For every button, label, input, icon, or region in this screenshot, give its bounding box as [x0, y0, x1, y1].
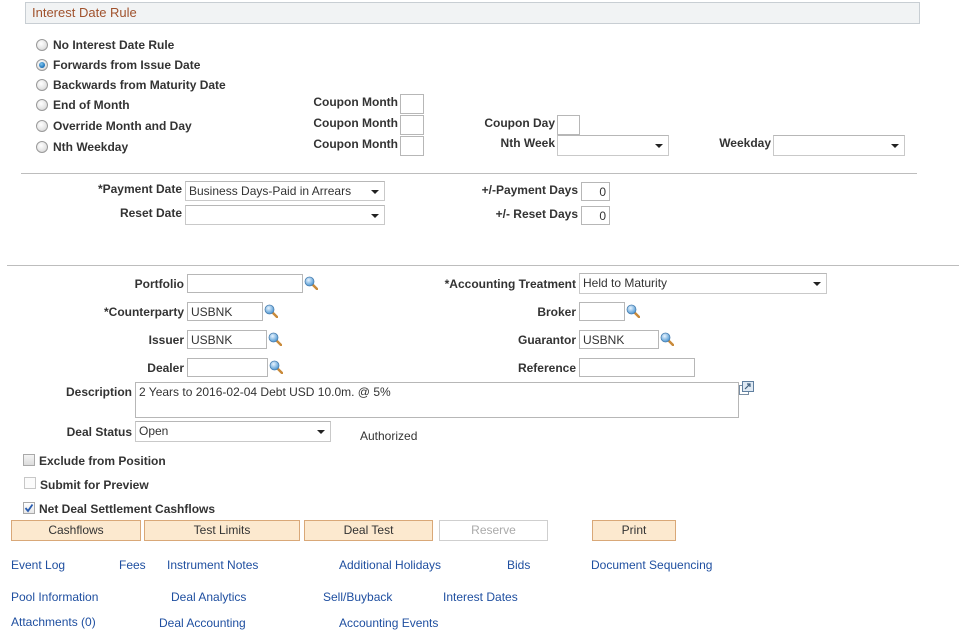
- reset-days-label: +/- Reset Days: [495, 207, 578, 221]
- section-header-interest-date-rule: Interest Date Rule: [25, 2, 920, 24]
- separator: [7, 265, 959, 266]
- radio-nth-weekday[interactable]: Nth Weekday: [36, 139, 128, 155]
- description-label: Description: [65, 385, 132, 399]
- radio-end-of-month[interactable]: End of Month: [36, 97, 130, 113]
- dealer-label: Dealer: [147, 361, 184, 375]
- payment-days-label: +/-Payment Days: [481, 183, 578, 197]
- radio-button[interactable]: [36, 79, 48, 91]
- reset-days-input[interactable]: 0: [581, 206, 610, 225]
- accounting-treatment-label: *Accounting Treatment: [444, 277, 576, 291]
- portfolio-input[interactable]: [187, 274, 303, 293]
- chevron-down-icon: [371, 214, 379, 218]
- authorization-status: Authorized: [360, 429, 418, 443]
- submit-for-preview-checkbox[interactable]: [24, 477, 36, 489]
- radio-button-selected[interactable]: [36, 59, 48, 71]
- additional-holidays-link[interactable]: Additional Holidays: [339, 558, 441, 572]
- coupon-month-label-1: Coupon Month: [313, 95, 398, 109]
- coupon-day-label: Coupon Day: [484, 116, 555, 130]
- coupon-month-input-3[interactable]: [400, 136, 424, 156]
- pool-information-link[interactable]: Pool Information: [11, 590, 98, 604]
- deal-accounting-link[interactable]: Deal Accounting: [159, 616, 246, 630]
- issuer-input[interactable]: USBNK: [187, 330, 267, 349]
- guarantor-input[interactable]: USBNK: [579, 330, 659, 349]
- separator: [21, 173, 917, 174]
- attachments-link[interactable]: Attachments (0): [11, 615, 96, 629]
- fees-link[interactable]: Fees: [119, 558, 146, 572]
- portfolio-label: Portfolio: [134, 277, 184, 291]
- chevron-down-icon: [371, 190, 379, 194]
- reference-label: Reference: [517, 361, 576, 375]
- instrument-notes-link[interactable]: Instrument Notes: [167, 558, 258, 572]
- coupon-month-input-2[interactable]: [400, 115, 424, 135]
- chevron-down-icon: [891, 144, 899, 148]
- exclude-from-position-label: Exclude from Position: [39, 454, 166, 468]
- lookup-search-icon[interactable]: [660, 332, 674, 346]
- deal-analytics-link[interactable]: Deal Analytics: [171, 590, 246, 604]
- accounting-events-link[interactable]: Accounting Events: [339, 616, 438, 630]
- interest-dates-link[interactable]: Interest Dates: [443, 590, 518, 604]
- reset-date-select[interactable]: [185, 205, 385, 225]
- weekday-label: Weekday: [719, 136, 771, 150]
- coupon-day-input[interactable]: [557, 115, 580, 135]
- deal-status-select[interactable]: Open: [135, 421, 331, 442]
- radio-button[interactable]: [36, 99, 48, 111]
- lookup-search-icon[interactable]: [626, 304, 640, 318]
- test-limits-button[interactable]: Test Limits: [144, 520, 300, 541]
- sell-buyback-link[interactable]: Sell/Buyback: [323, 590, 392, 604]
- deal-test-button[interactable]: Deal Test: [304, 520, 433, 541]
- submit-for-preview-label: Submit for Preview: [40, 478, 149, 492]
- lookup-search-icon[interactable]: [269, 360, 283, 374]
- payment-date-label: *Payment Date: [97, 182, 182, 196]
- bids-link[interactable]: Bids: [507, 558, 530, 572]
- lookup-search-icon[interactable]: [268, 332, 282, 346]
- coupon-month-input-1[interactable]: [400, 94, 424, 114]
- dealer-input[interactable]: [187, 358, 268, 377]
- issuer-label: Issuer: [148, 333, 184, 347]
- radio-override-month-and-day[interactable]: Override Month and Day: [36, 118, 192, 134]
- weekday-select[interactable]: [773, 135, 905, 156]
- counterparty-input[interactable]: USBNK: [187, 302, 263, 321]
- reset-date-label: Reset Date: [119, 206, 182, 220]
- coupon-month-label-3: Coupon Month: [313, 137, 398, 151]
- payment-date-select[interactable]: Business Days-Paid in Arrears: [185, 181, 385, 201]
- deal-status-label: Deal Status: [66, 425, 132, 439]
- payment-days-input[interactable]: 0: [581, 182, 610, 201]
- nth-week-label: Nth Week: [500, 136, 555, 150]
- description-textarea[interactable]: 2 Years to 2016-02-04 Debt USD 10.0m. @ …: [135, 382, 739, 418]
- chevron-down-icon: [317, 430, 325, 434]
- event-log-link[interactable]: Event Log: [11, 558, 65, 572]
- chevron-down-icon: [813, 282, 821, 286]
- guarantor-label: Guarantor: [517, 333, 576, 347]
- net-deal-settlement-cashflows-checkbox[interactable]: [23, 502, 35, 514]
- cashflows-button[interactable]: Cashflows: [11, 520, 141, 541]
- net-deal-settlement-cashflows-label: Net Deal Settlement Cashflows: [39, 502, 216, 516]
- coupon-month-label-2: Coupon Month: [313, 116, 398, 130]
- radio-button[interactable]: [36, 141, 48, 153]
- reserve-button: Reserve: [439, 520, 548, 541]
- radio-button[interactable]: [36, 39, 48, 51]
- reference-input[interactable]: [579, 358, 695, 377]
- lookup-search-icon[interactable]: [264, 304, 278, 318]
- accounting-treatment-select[interactable]: Held to Maturity: [579, 273, 827, 294]
- document-sequencing-link[interactable]: Document Sequencing: [591, 558, 712, 572]
- section-title: Interest Date Rule: [32, 5, 137, 20]
- checkmark-icon: [24, 503, 34, 513]
- print-button[interactable]: Print: [592, 520, 676, 541]
- radio-no-interest-date-rule[interactable]: No Interest Date Rule: [36, 37, 174, 53]
- radio-forwards-from-issue-date[interactable]: Forwards from Issue Date: [36, 57, 200, 73]
- exclude-from-position-checkbox[interactable]: [23, 454, 35, 466]
- radio-backwards-from-maturity-date[interactable]: Backwards from Maturity Date: [36, 77, 226, 93]
- nth-week-select[interactable]: [557, 135, 669, 156]
- lookup-search-icon[interactable]: [304, 276, 318, 290]
- expand-textarea-icon[interactable]: [739, 381, 755, 395]
- broker-label: Broker: [537, 305, 576, 319]
- broker-input[interactable]: [579, 302, 625, 321]
- chevron-down-icon: [655, 144, 663, 148]
- radio-button[interactable]: [36, 120, 48, 132]
- counterparty-label: *Counterparty: [103, 305, 184, 319]
